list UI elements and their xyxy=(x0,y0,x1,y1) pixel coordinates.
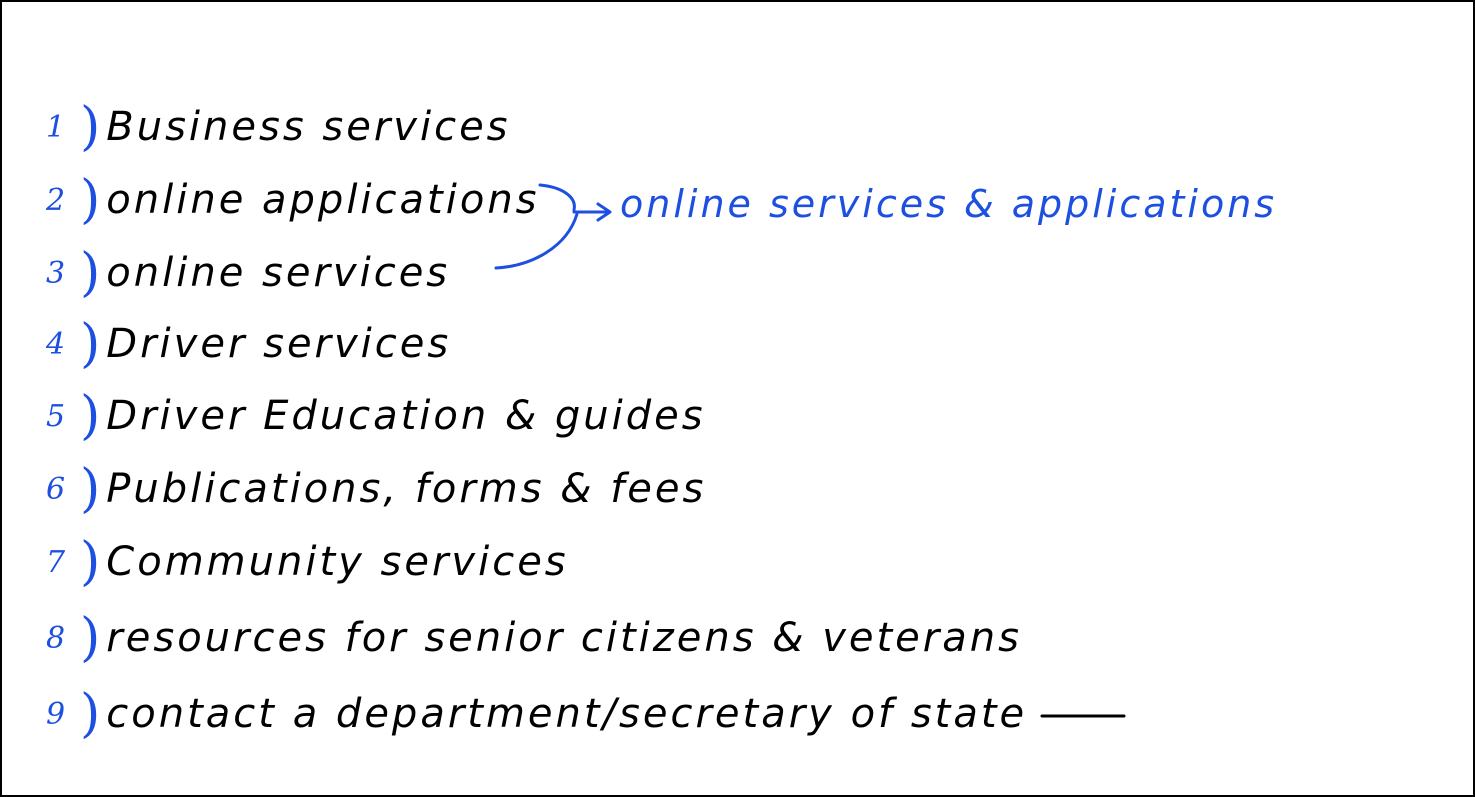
whiteboard-canvas: 1) Business services 2) online applicati… xyxy=(0,0,1475,797)
merge-bracket-arrow xyxy=(494,183,1126,718)
merge-annotation: online services & applications xyxy=(620,182,1278,226)
